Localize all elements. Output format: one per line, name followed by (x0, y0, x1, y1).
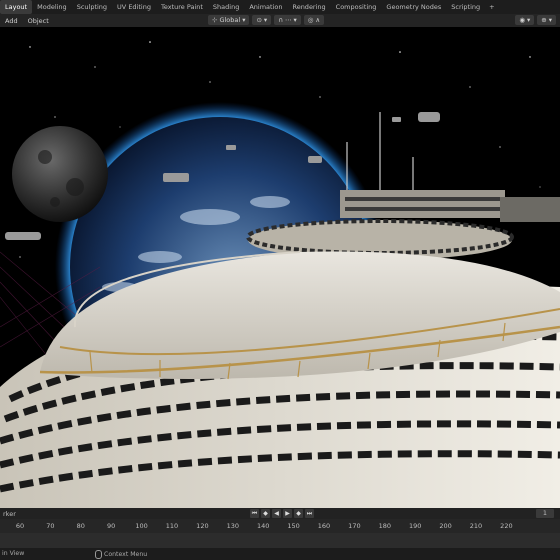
moon (12, 126, 108, 222)
upper-building (340, 190, 505, 218)
menu-add[interactable]: Add (0, 17, 23, 25)
timeline-header: rker ⏮ ◆ ◀ ▶ ◆ ⏭ 1 (0, 508, 560, 519)
transform-orientation-dropdown[interactable]: ⊹ Global ▾ (208, 15, 250, 25)
tab-animation[interactable]: Animation (244, 0, 287, 14)
ruler-tick: 220 (500, 522, 513, 530)
magnet-icon: ∩ (278, 16, 283, 24)
timeline-track[interactable] (0, 533, 560, 548)
tab-uv-editing[interactable]: UV Editing (112, 0, 156, 14)
viewport-header: Add Object ⊹ Global ▾ ⊙ ▾ ∩ ⋯ ▾ ◎ ∧ ◉ ▾ … (0, 14, 560, 27)
mouse-right-icon (95, 550, 102, 559)
ruler-tick: 150 (287, 522, 300, 530)
chevron-down-icon: ▾ (527, 16, 531, 24)
tab-sculpting[interactable]: Sculpting (72, 0, 112, 14)
ruler-tick: 190 (408, 522, 422, 530)
tab-modeling[interactable]: Modeling (32, 0, 72, 14)
pivot-icon: ⊙ (256, 16, 262, 24)
tab-geometry-nodes[interactable]: Geometry Nodes (381, 0, 446, 14)
ruler-tick: 200 (439, 522, 452, 530)
tab-scripting[interactable]: Scripting (446, 0, 485, 14)
ruler-tick: 160 (317, 522, 331, 530)
status-left-label: in View (2, 550, 25, 557)
tab-layout[interactable]: Layout (0, 0, 33, 14)
ruler-tick: 120 (196, 522, 209, 530)
status-left: in View (2, 550, 24, 557)
ruler-tick: 130 (226, 522, 240, 530)
ruler-tick: 110 (165, 522, 179, 530)
frame-ruler[interactable]: 60 70 80 90 100 110 120 130 140 150 160 170 180 190 20… (0, 519, 560, 533)
ruler-tick: 100 (135, 522, 148, 530)
tab-compositing[interactable]: Compositing (331, 0, 382, 14)
jump-end-icon[interactable]: ⏭ (305, 509, 314, 518)
ruler-tick: 60 (15, 522, 25, 530)
falloff-icon: ∧ (315, 16, 321, 24)
snap-toggle[interactable]: ∩ ⋯ ▾ (274, 15, 301, 25)
add-workspace-button[interactable]: + (485, 3, 498, 11)
chevron-down-icon: ▾ (263, 16, 268, 24)
play-icon[interactable]: ▶ (283, 509, 292, 518)
ruler-tick: 210 (469, 522, 483, 530)
playback-controls: ⏮ ◆ ◀ ▶ ◆ ⏭ (250, 509, 314, 518)
marker-menu[interactable]: rker (0, 510, 16, 518)
ruler-tick: 140 (256, 522, 270, 530)
prev-keyframe-icon[interactable]: ◆ (261, 509, 270, 518)
proportional-edit-toggle[interactable]: ◎ ∧ (303, 15, 325, 25)
ruler-tick: 70 (46, 522, 55, 530)
3d-viewport[interactable] (0, 27, 560, 508)
status-bar: in View Context Menu (0, 548, 560, 560)
snap-target-icon: ⋯ (284, 16, 292, 24)
transform-controls: ⊹ Global ▾ ⊙ ▾ ∩ ⋯ ▾ ◎ ∧ (208, 15, 325, 25)
ruler-tick: 80 (76, 522, 85, 530)
status-context-menu-label: Context Menu (104, 551, 148, 558)
proportional-edit-icon: ◎ (307, 16, 314, 24)
menu-object[interactable]: Object (23, 17, 54, 25)
status-context-menu: Context Menu (95, 550, 147, 559)
gizmo-icon: ⊕ (541, 16, 547, 24)
view-object-types-dropdown[interactable]: ◉ ▾ (515, 15, 535, 25)
tab-shading[interactable]: Shading (208, 0, 244, 14)
gizmo-toggle[interactable]: ⊕ ▾ (537, 15, 556, 25)
ruler-tick: 90 (107, 522, 116, 530)
pivot-point-dropdown[interactable]: ⊙ ▾ (252, 15, 272, 25)
chevron-down-icon: ▾ (548, 16, 552, 24)
chevron-down-icon: ▾ (242, 16, 246, 24)
next-keyframe-icon[interactable]: ◆ (294, 509, 303, 518)
tab-rendering[interactable]: Rendering (287, 0, 330, 14)
viewport-shading-controls: ◉ ▾ ⊕ ▾ (515, 15, 556, 25)
current-frame-field[interactable]: 1 (536, 509, 554, 518)
eye-icon: ◉ (519, 16, 526, 24)
ruler-tick: 170 (348, 522, 361, 530)
chevron-down-icon: ▾ (293, 16, 297, 24)
viewport-scene (0, 27, 560, 508)
tab-texture-paint[interactable]: Texture Paint (156, 0, 208, 14)
transform-orientation-label: Global (219, 16, 241, 24)
ruler-tick: 180 (378, 522, 392, 530)
orientation-icon: ⊹ (212, 16, 218, 24)
jump-start-icon[interactable]: ⏮ (250, 509, 259, 518)
play-reverse-icon[interactable]: ◀ (272, 509, 281, 518)
workspace-tabs-bar: Layout Modeling Sculpting UV Editing Tex… (0, 0, 560, 14)
